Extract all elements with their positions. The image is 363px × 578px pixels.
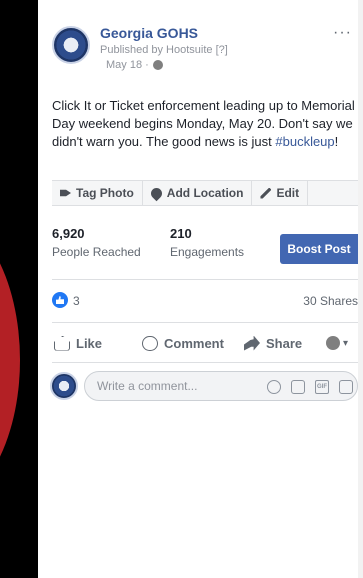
background-left-edge: [0, 0, 38, 578]
location-pin-icon: [148, 185, 165, 201]
share-button[interactable]: Share: [244, 335, 303, 351]
engagements-label: Engagements: [170, 245, 245, 259]
post-date-text: May 18 ·: [106, 59, 149, 71]
people-reached-stat[interactable]: 6,920 People Reached: [52, 226, 141, 259]
comment-label: Comment: [164, 335, 224, 351]
engagements-stat[interactable]: 210 Engagements: [170, 226, 244, 259]
page-avatar[interactable]: [52, 26, 90, 64]
commenter-avatar[interactable]: [50, 372, 78, 400]
post-text: Click It or Ticket enforcement leading u…: [52, 97, 358, 151]
tag-photo-button[interactable]: Tag Photo: [52, 181, 143, 205]
people-reached-value: 6,920: [52, 226, 85, 241]
edit-button[interactable]: Edit: [252, 181, 309, 205]
page-globe-icon: [326, 336, 340, 350]
more-options-icon[interactable]: ···: [333, 24, 352, 42]
thumbs-up-icon: [54, 335, 70, 351]
comment-button[interactable]: Comment: [142, 335, 224, 351]
audience-selector[interactable]: ▾: [326, 336, 348, 350]
post-header: Georgia GOHS Published by Hootsuite [?] …: [38, 20, 358, 80]
reaction-summary: 3 30 Shares: [52, 292, 358, 310]
boost-post-button[interactable]: Boost Post: [280, 234, 358, 264]
post-date[interactable]: May 18 ·: [106, 59, 163, 71]
tag-photo-label: Tag Photo: [76, 186, 134, 200]
divider: [52, 362, 358, 363]
engagements-value: 210: [170, 226, 192, 241]
comment-input[interactable]: Write a comment... GIF: [84, 371, 358, 401]
hashtag-link[interactable]: #buckleup: [275, 134, 334, 149]
share-arrow-icon: [244, 335, 260, 351]
emoji-icon[interactable]: [267, 380, 281, 394]
edit-label: Edit: [276, 186, 300, 200]
facebook-post-card: Georgia GOHS Published by Hootsuite [?] …: [38, 0, 358, 578]
comment-placeholder: Write a comment...: [97, 379, 198, 393]
like-label: Like: [76, 335, 103, 351]
tag-icon: [60, 189, 71, 197]
gif-icon[interactable]: GIF: [315, 380, 329, 394]
page-name[interactable]: Georgia GOHS: [100, 25, 198, 41]
share-label: Share: [266, 335, 303, 351]
people-reached-label: People Reached: [52, 245, 141, 259]
background-right-edge: [358, 0, 363, 578]
divider: [52, 322, 358, 323]
post-insights: 6,920 People Reached 210 Engagements Boo…: [38, 226, 358, 266]
reaction-count[interactable]: 3: [73, 294, 80, 308]
like-reaction-icon[interactable]: [52, 292, 68, 308]
divider: [52, 279, 358, 280]
published-by: Published by Hootsuite [?]: [100, 44, 228, 56]
post-text-end: !: [334, 134, 339, 149]
add-location-button[interactable]: Add Location: [143, 181, 253, 205]
camera-icon[interactable]: [291, 380, 305, 394]
post-action-row: Like Comment Share ▾: [38, 330, 358, 356]
add-location-label: Add Location: [166, 186, 244, 200]
comment-composer: Write a comment... GIF: [38, 370, 358, 404]
pencil-icon: [260, 187, 272, 199]
dropdown-caret: ▾: [343, 337, 349, 349]
background-red-shape: [0, 210, 20, 510]
shares-count[interactable]: 30 Shares: [303, 294, 358, 308]
comment-bubble-icon: [142, 335, 158, 351]
like-button[interactable]: Like: [54, 335, 103, 351]
photo-action-bar: Tag Photo Add Location Edit: [52, 180, 358, 206]
globe-icon: [152, 60, 163, 70]
sticker-icon[interactable]: [339, 380, 353, 394]
comment-tools: GIF: [267, 380, 353, 394]
